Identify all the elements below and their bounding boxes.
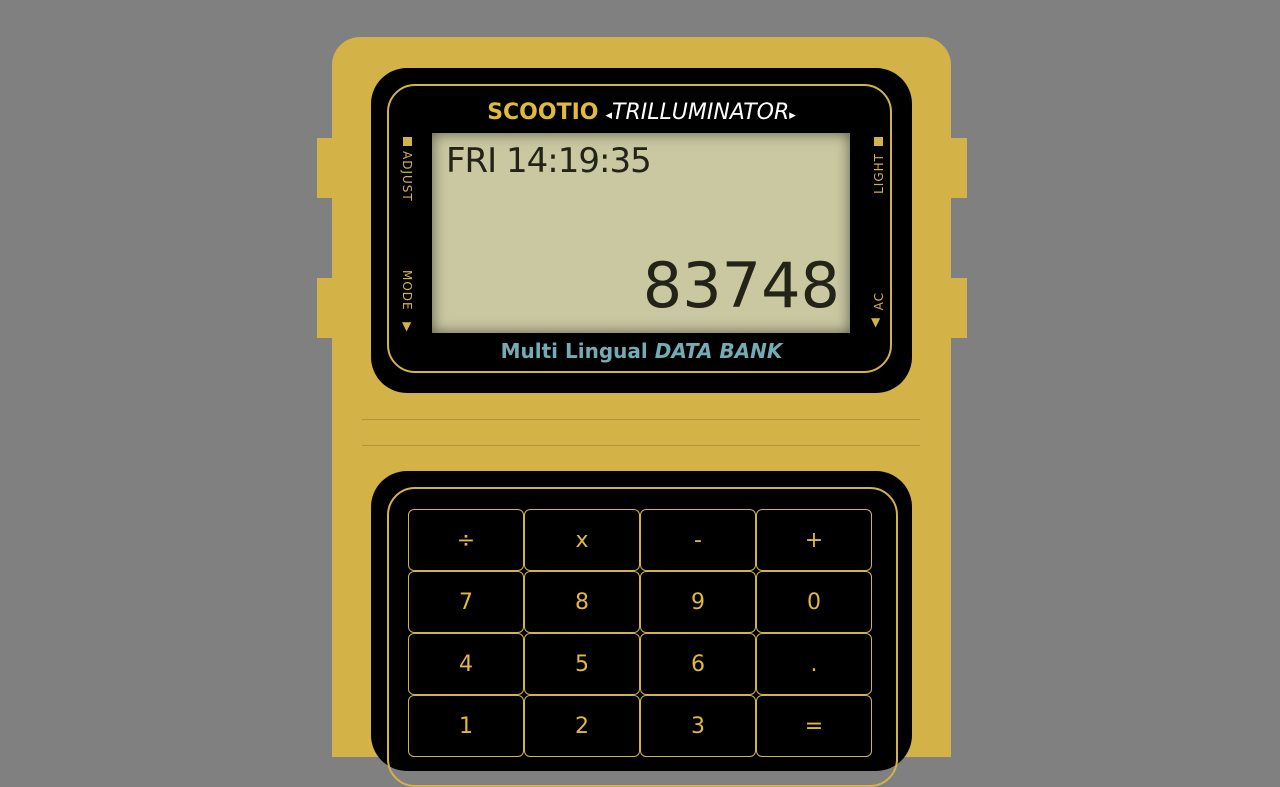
ac-label: AC — [872, 292, 886, 311]
tagline-emphasis: DATA BANK — [654, 339, 783, 363]
key-4[interactable]: 4 — [408, 633, 524, 695]
key-7[interactable]: 7 — [408, 571, 524, 633]
key-3[interactable]: 3 — [640, 695, 756, 757]
key-8[interactable]: 8 — [524, 571, 640, 633]
brand-line: SCOOTIO ◂TRILLUMINATOR▸ — [371, 99, 912, 130]
adjust-button[interactable] — [403, 137, 412, 146]
adjust-label: ADJUST — [400, 151, 414, 202]
key-decimal[interactable]: . — [756, 633, 872, 695]
key-equals[interactable]: = — [756, 695, 872, 757]
key-multiply[interactable]: x — [524, 509, 640, 571]
key-subtract[interactable]: - — [640, 509, 756, 571]
light-label: LIGHT — [872, 153, 886, 194]
key-9[interactable]: 9 — [640, 571, 756, 633]
key-0[interactable]: 0 — [756, 571, 872, 633]
key-5[interactable]: 5 — [524, 633, 640, 695]
tagline-plain: Multi Lingual — [500, 339, 648, 363]
key-add[interactable]: + — [756, 509, 872, 571]
brand-model: TRILLUMINATOR — [612, 100, 790, 125]
tagline: Multi Lingual DATA BANK — [371, 339, 912, 363]
key-2[interactable]: 2 — [524, 695, 640, 757]
triangle-right-icon: ▸ — [789, 108, 796, 123]
key-divide[interactable]: ÷ — [408, 509, 524, 571]
case-groove-lower — [362, 445, 920, 446]
key-6[interactable]: 6 — [640, 633, 756, 695]
brand-maker: SCOOTIO — [487, 100, 599, 125]
lcd-time: FRI 14:19:35 — [446, 141, 652, 181]
key-1[interactable]: 1 — [408, 695, 524, 757]
ac-button[interactable]: ▼ — [871, 316, 880, 328]
light-button[interactable] — [874, 137, 883, 146]
lcd-number: 83748 — [642, 249, 840, 322]
mode-button[interactable]: ▼ — [402, 320, 411, 332]
case-groove-upper — [362, 419, 920, 420]
lcd-display: FRI 14:19:35 83748 — [432, 133, 850, 333]
mode-label: MODE — [400, 270, 414, 311]
